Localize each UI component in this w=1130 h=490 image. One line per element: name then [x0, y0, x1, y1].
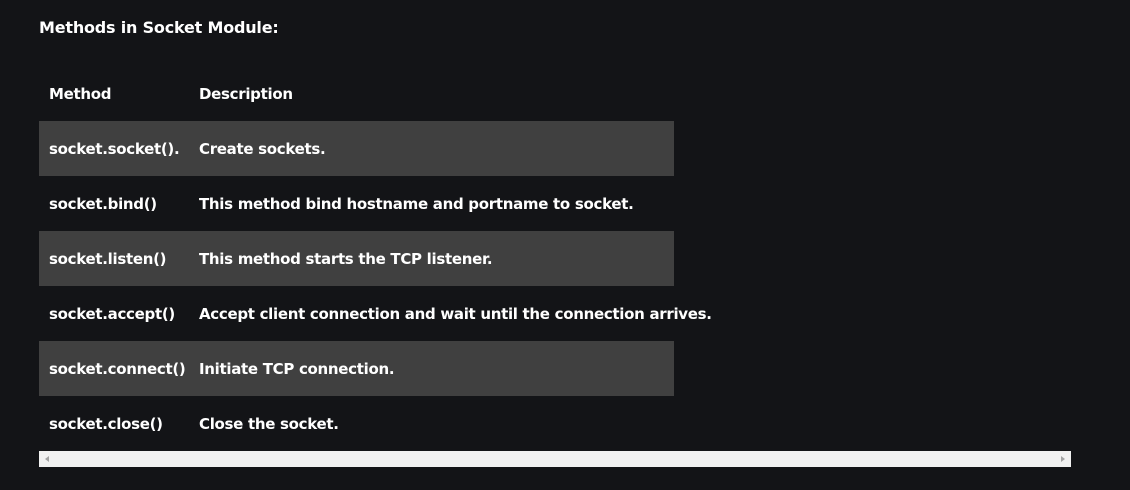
scroll-right-arrow-icon[interactable] — [1061, 456, 1065, 462]
description-cell: Close the socket. — [199, 414, 339, 433]
method-cell: socket.accept() — [49, 304, 175, 323]
method-cell: socket.connect() — [39, 341, 189, 396]
method-cell: socket.close() — [49, 414, 163, 433]
description-cell: This method bind hostname and portname t… — [199, 194, 634, 213]
horizontal-scrollbar[interactable] — [39, 451, 1071, 467]
description-cell: Accept client connection and wait until … — [199, 304, 712, 323]
table-row: socket.socket(). Create sockets. — [39, 121, 674, 176]
table-row: socket.close() Close the socket. — [39, 396, 674, 451]
description-cell: Create sockets. — [189, 121, 674, 176]
scroll-left-arrow-icon[interactable] — [45, 456, 49, 462]
table-row: socket.accept() Accept client connection… — [39, 286, 712, 341]
description-cell: Initiate TCP connection. — [189, 341, 674, 396]
method-cell: socket.socket(). — [39, 121, 189, 176]
description-cell: This method starts the TCP listener. — [189, 231, 674, 286]
method-cell: socket.listen() — [39, 231, 189, 286]
table-scroll-container[interactable]: Method Description socket.socket(). Crea… — [39, 66, 1071, 451]
method-cell: socket.bind() — [49, 194, 157, 213]
page: Methods in Socket Module: Method Descrip… — [0, 0, 1130, 490]
column-header-description: Description — [199, 84, 293, 103]
methods-table: Method Description socket.socket(). Crea… — [39, 66, 712, 451]
column-header-method: Method — [49, 84, 112, 103]
table-row: socket.connect() Initiate TCP connection… — [39, 341, 674, 396]
section-heading: Methods in Socket Module: — [39, 18, 279, 37]
table-row: socket.listen() This method starts the T… — [39, 231, 674, 286]
table-header-row: Method Description — [39, 66, 674, 121]
table-row: socket.bind() This method bind hostname … — [39, 176, 674, 231]
